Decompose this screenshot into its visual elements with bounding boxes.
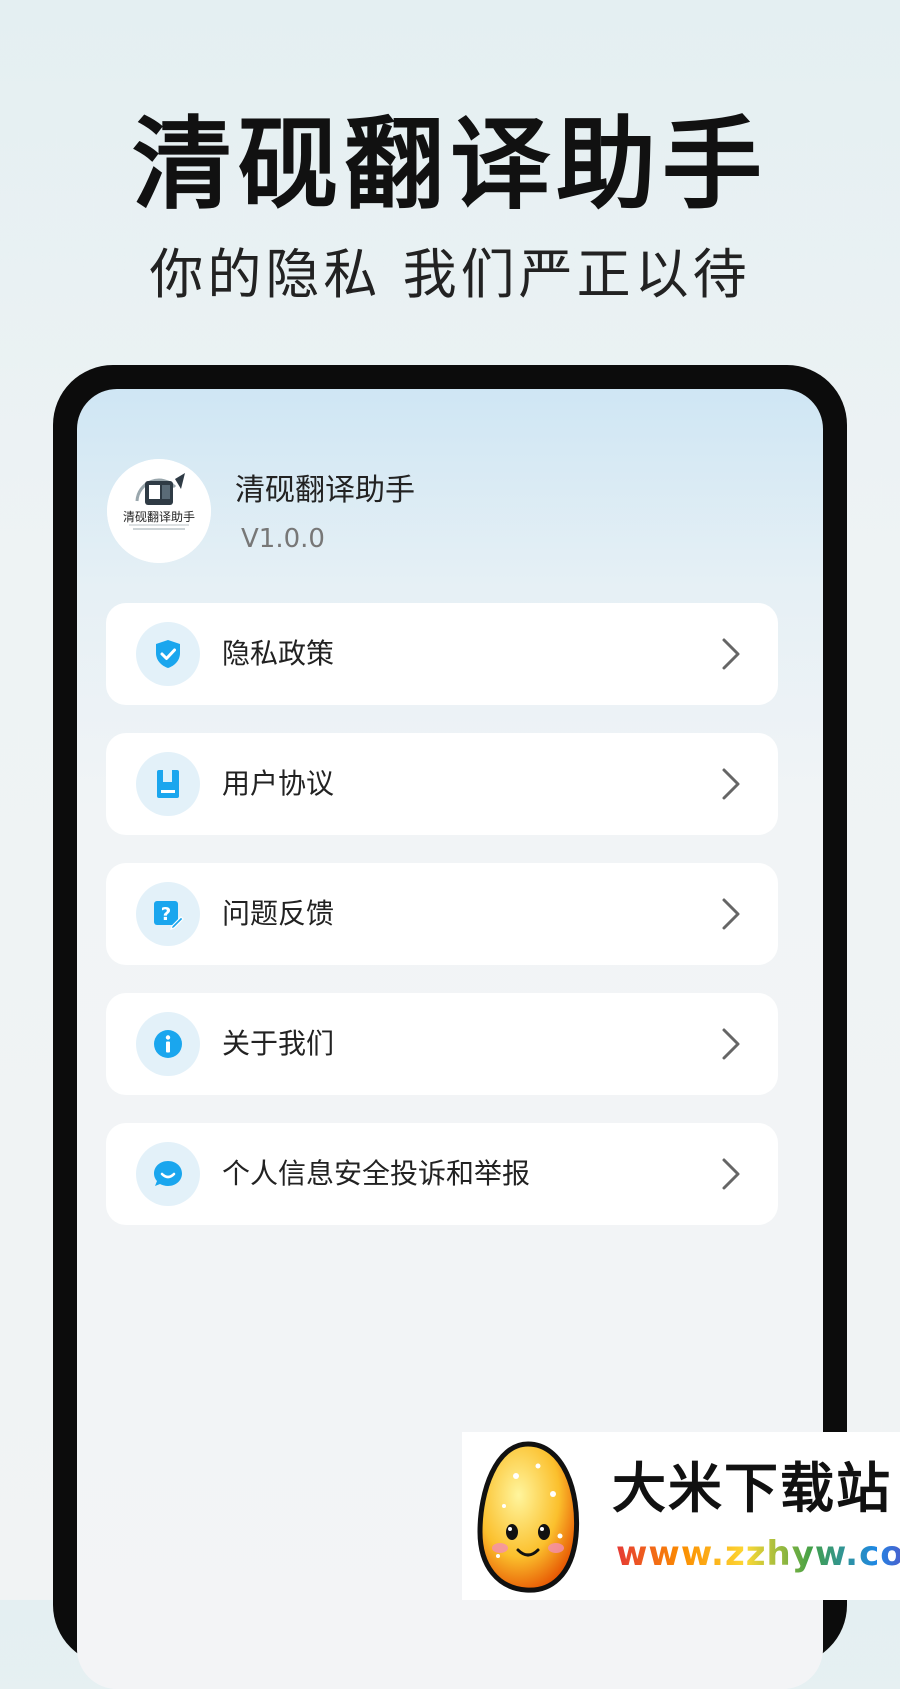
info-icon bbox=[154, 1030, 182, 1058]
menu-icon-wrap bbox=[136, 622, 200, 686]
svg-text:清砚翻译助手: 清砚翻译助手 bbox=[123, 510, 195, 524]
watermark-name: 大米下载站 bbox=[612, 1457, 892, 1520]
rice-mascot-icon bbox=[477, 1441, 580, 1593]
app-version: V1.0.0 bbox=[241, 524, 325, 554]
menu-item-label: 个人信息安全投诉和举报 bbox=[222, 1157, 531, 1190]
menu-item-label: 关于我们 bbox=[222, 1027, 335, 1060]
watermark-url: www.zzhyw.com bbox=[616, 1532, 900, 1576]
chevron-right-icon bbox=[722, 1158, 740, 1190]
menu-icon-wrap: ? bbox=[136, 882, 200, 946]
hero-title: 清砚翻译助手 bbox=[132, 106, 768, 223]
chevron-right-icon bbox=[722, 768, 740, 800]
hero-subtitle: 你的隐私 我们严正以待 bbox=[149, 243, 751, 306]
chat-smile-icon bbox=[154, 1161, 182, 1186]
document-icon bbox=[157, 770, 179, 798]
chevron-right-icon bbox=[722, 638, 740, 670]
menu-item-privacy-policy[interactable]: 隐私政策 bbox=[106, 603, 778, 705]
translate-icon: 清砚翻译助手 bbox=[107, 459, 211, 563]
menu-item-about-us[interactable]: 关于我们 bbox=[106, 993, 778, 1095]
app-logo: 清砚翻译助手 bbox=[107, 459, 211, 563]
menu-item-label: 问题反馈 bbox=[222, 897, 335, 930]
shield-check-icon bbox=[156, 640, 180, 668]
menu-icon-wrap bbox=[136, 752, 200, 816]
app-name: 清砚翻译助手 bbox=[235, 473, 415, 508]
menu-item-feedback[interactable]: ? 问题反馈 bbox=[106, 863, 778, 965]
watermark: 大米下载站 www.zzhyw.com bbox=[462, 1432, 900, 1600]
menu-item-complaint-report[interactable]: 个人信息安全投诉和举报 bbox=[106, 1123, 778, 1225]
menu-icon-wrap bbox=[136, 1142, 200, 1206]
menu-icon-wrap bbox=[136, 1012, 200, 1076]
svg-text:?: ? bbox=[161, 904, 171, 925]
feedback-question-icon: ? bbox=[154, 901, 184, 930]
menu-item-user-agreement[interactable]: 用户协议 bbox=[106, 733, 778, 835]
menu-item-label: 用户协议 bbox=[222, 767, 335, 800]
chevron-right-icon bbox=[722, 898, 740, 930]
chevron-right-icon bbox=[722, 1028, 740, 1060]
menu-item-label: 隐私政策 bbox=[222, 637, 335, 670]
